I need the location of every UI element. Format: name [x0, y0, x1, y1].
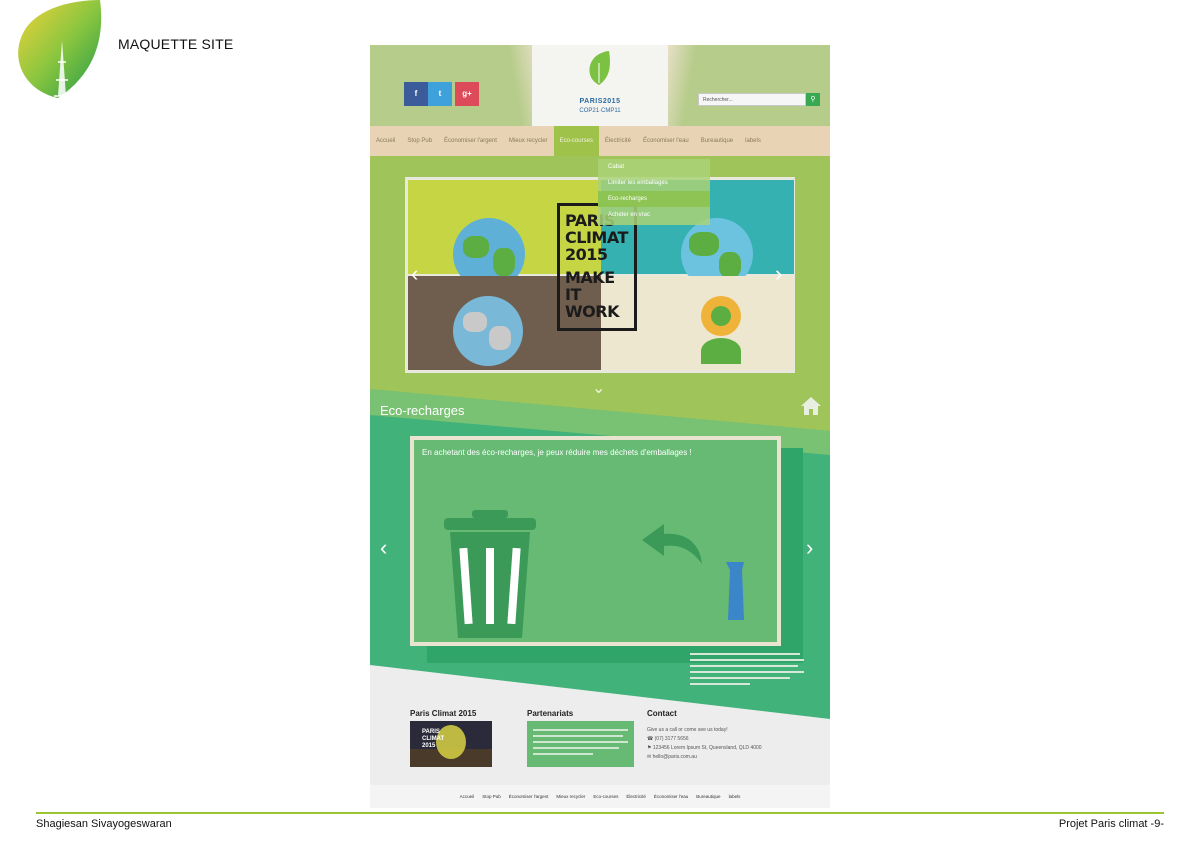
nav-item-economiser-argent[interactable]: Économiser l'argent: [438, 126, 503, 156]
bottom-nav-economiser-eau[interactable]: Économiser l'eau: [650, 794, 692, 799]
contact-email[interactable]: ✉ hello@paris.com.au: [647, 753, 762, 762]
eco-courses-dropdown: Cabat Limiter les emballages Eco-recharg…: [598, 159, 710, 225]
dropdown-item-limiter-emballages[interactable]: Limiter les emballages: [598, 175, 710, 191]
nav-item-mieux-recycler[interactable]: Mieux recycler: [503, 126, 554, 156]
slide-title: MAQUETTE SITE: [118, 36, 234, 52]
eco-refill-pouch-icon: [726, 562, 744, 620]
slide-project-label: Projet Paris climat -9-: [1058, 818, 1164, 830]
contact-address: ⚑ 123456 Lorem Ipsum St, Queensland, QLD…: [647, 745, 762, 751]
footer-title-partenariats: Partenariats: [527, 709, 574, 718]
partners-box: [527, 721, 634, 767]
website-mockup: PARIS2015 COP21·CMP11 f t g+ Rechercher.…: [370, 45, 830, 808]
content-prev-arrow-icon[interactable]: ‹: [380, 535, 387, 561]
bottom-nav-bureautique[interactable]: Bureautique: [692, 794, 724, 799]
logo-subtext: COP21·CMP11: [579, 108, 621, 114]
logo-text: PARIS2015: [579, 98, 621, 105]
panel-text: En achetant des éco-recharges, je peux r…: [422, 448, 692, 457]
nav-item-bureautique[interactable]: Bureautique: [695, 126, 739, 156]
bottom-nav-electricite[interactable]: Électricité: [622, 794, 650, 799]
globe-image: [453, 296, 523, 366]
thumbnail-caption: PARIS CLIMAT 2015: [422, 729, 445, 749]
contact-intro: Give us a call or come see us today!: [647, 727, 728, 733]
bottom-nav: Accueil Stop Pub Économiser l'argent Mie…: [370, 785, 830, 808]
slide-author: Shagiesan Sivayogeswaran: [36, 818, 172, 830]
contact-phone[interactable]: ☎ (07) 3177 5656: [647, 735, 762, 744]
content-next-arrow-icon[interactable]: ›: [806, 535, 813, 561]
contact-block: Give us a call or come see us today! ☎ (…: [647, 726, 762, 762]
nav-item-economiser-eau[interactable]: Économiser l'eau: [637, 126, 695, 156]
main-nav: Accueil Stop Pub Économiser l'argent Mie…: [370, 126, 830, 156]
bottom-nav-mieux-recycler[interactable]: Mieux recycler: [552, 794, 589, 799]
section-title: Eco-recharges: [380, 403, 465, 418]
site-logo[interactable]: PARIS2015 COP21·CMP11: [532, 45, 668, 126]
trash-can-icon: [444, 510, 536, 638]
nav-item-accueil[interactable]: Accueil: [370, 126, 401, 156]
footer-title-paris: Paris Climat 2015: [410, 709, 477, 718]
search-icon[interactable]: ⚲: [806, 93, 820, 106]
poster-text: PARIS CLIMAT 2015 MAKE IT WORK: [565, 211, 628, 321]
nav-item-electricite[interactable]: Électricité: [599, 126, 637, 156]
nav-item-labels[interactable]: labels: [739, 126, 767, 156]
twitter-icon[interactable]: t: [428, 82, 452, 106]
paris-climat-thumbnail[interactable]: PARIS CLIMAT 2015: [410, 721, 492, 767]
google-plus-icon[interactable]: g+: [455, 82, 479, 106]
bottom-nav-stop-pub[interactable]: Stop Pub: [478, 794, 505, 799]
facebook-icon[interactable]: f: [404, 82, 428, 106]
dropdown-item-cabat[interactable]: Cabat: [598, 159, 710, 175]
content-panel: En achetant des éco-recharges, je peux r…: [410, 436, 781, 646]
leaf-icon: [589, 51, 610, 85]
bottom-nav-economiser-argent[interactable]: Économiser l'argent: [505, 794, 553, 799]
curved-arrow-icon: [642, 524, 702, 564]
bottom-nav-labels[interactable]: labels: [725, 794, 745, 799]
slide-footer-divider: [36, 812, 1164, 814]
nav-item-stop-pub[interactable]: Stop Pub: [401, 126, 438, 156]
footer-title-contact: Contact: [647, 709, 677, 718]
nav-item-eco-courses[interactable]: Eco-courses: [553, 126, 599, 156]
search-input[interactable]: Rechercher...: [698, 93, 806, 106]
cop21-leaf-logo: [18, 0, 102, 98]
bottom-nav-eco-courses[interactable]: Eco-courses: [589, 794, 622, 799]
home-icon[interactable]: [800, 395, 822, 417]
dropdown-item-eco-recharges[interactable]: Eco-recharges: [598, 191, 710, 207]
slider-next-arrow-icon[interactable]: ›: [775, 261, 782, 287]
dropdown-item-acheter-vrac[interactable]: Acheter en vrac: [598, 207, 710, 223]
bottom-nav-accueil[interactable]: Accueil: [456, 794, 479, 799]
slider-prev-arrow-icon[interactable]: ‹: [411, 261, 418, 287]
